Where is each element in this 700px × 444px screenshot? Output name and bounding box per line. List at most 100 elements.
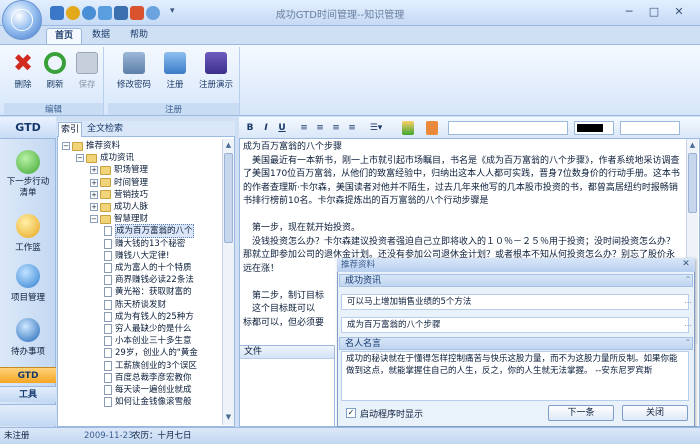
nav-todo[interactable]: 待办事项	[0, 318, 56, 357]
refresh-button[interactable]: 刷新	[40, 52, 70, 94]
show-on-start-checkbox[interactable]: ✓	[346, 408, 356, 418]
collapse-icon[interactable]: −	[62, 142, 70, 150]
nav-project-management[interactable]: 项目管理	[0, 264, 56, 303]
tree-scroll-thumb[interactable]	[224, 153, 233, 243]
quote-text: 成功的秘诀就在于懂得怎样控制痛苦与快乐这股力量，而不为这股力量所反制。如果你能做…	[341, 351, 689, 401]
close-button[interactable]: 关闭	[622, 405, 688, 421]
tree-scrollbar[interactable]: ▲ ▼	[222, 139, 234, 425]
collapse-icon[interactable]: ⌃	[682, 339, 694, 348]
nav-next-action-list[interactable]: 下一步行动清单	[0, 150, 56, 199]
tree-doc-item[interactable]: 每天读一遍创业就成	[104, 384, 192, 396]
tree-folder-item[interactable]: + 成功人脉	[90, 201, 148, 213]
scroll-up-icon[interactable]: ▲	[224, 141, 233, 151]
register-button[interactable]: 注册	[160, 52, 190, 94]
tree-item-label: 陈天桥谈发财	[115, 299, 167, 310]
scroll-up-icon[interactable]: ▲	[688, 141, 697, 151]
font-size-select[interactable]	[620, 121, 680, 135]
tree-doc-item[interactable]: 穷人最缺少的是什么	[104, 323, 192, 335]
align-center-button[interactable]: ≡	[314, 121, 326, 135]
italic-button[interactable]: I	[260, 121, 272, 135]
popup-close-icon[interactable]: ✕	[680, 259, 692, 271]
recommended-item[interactable]: 成为百万富翁的八个步骤	[341, 317, 689, 333]
quick-access-folder-icon[interactable]	[130, 6, 144, 20]
bold-button[interactable]: B	[244, 121, 256, 135]
nav-tab-tools[interactable]: 工具	[0, 386, 56, 402]
underline-button[interactable]: U	[276, 121, 288, 135]
maximize-button[interactable]: □	[645, 4, 663, 20]
insert-image-icon[interactable]	[402, 121, 414, 135]
tab-fulltext-search[interactable]: 全文检索	[83, 122, 127, 137]
tree-item-label: 百度总裁李彦宏教你	[115, 372, 192, 383]
align-right-button[interactable]: ≡	[330, 121, 342, 135]
collapse-icon[interactable]: ⌃	[682, 276, 694, 285]
group-label: 编辑	[4, 103, 103, 115]
tree-doc-item[interactable]: 陈天桥谈发财	[104, 299, 166, 311]
tree-doc-item[interactable]: 赚钱八大定律!	[104, 250, 169, 262]
expand-icon[interactable]: +	[90, 166, 98, 175]
align-left-button[interactable]: ≡	[298, 121, 310, 135]
expand-icon[interactable]: +	[90, 190, 98, 199]
quick-access-home-icon[interactable]	[50, 6, 64, 20]
document-icon	[104, 311, 112, 322]
tree-doc-item[interactable]: 商界赚钱必读22条法	[104, 274, 194, 286]
collapse-icon[interactable]: −	[76, 154, 84, 163]
tree-doc-item[interactable]: 小本创业三十多生意	[104, 335, 192, 347]
tree-doc-item[interactable]: 百度总裁李彦宏教你	[104, 372, 192, 384]
tree-doc-item[interactable]: 赚大钱的13个秘密	[104, 238, 185, 250]
green-circle-icon	[16, 150, 40, 174]
align-justify-button[interactable]: ≡	[346, 121, 358, 135]
quick-access-dropdown-icon[interactable]: ▾	[170, 6, 175, 16]
tree-folder-item[interactable]: + 时间管理	[90, 177, 148, 189]
document-icon	[104, 299, 112, 310]
register-demo-button[interactable]: 注册演示	[194, 52, 238, 94]
scroll-down-icon[interactable]: ▼	[224, 413, 233, 423]
font-family-select[interactable]	[448, 121, 568, 135]
app-menu-orb-icon[interactable]	[2, 0, 42, 40]
change-password-button[interactable]: 修改密码	[112, 52, 156, 94]
tree-doc-item[interactable]: 黄光裕：获取财富的	[104, 286, 192, 298]
folder-icon	[100, 165, 111, 175]
tab-home[interactable]: 首页	[46, 28, 82, 44]
font-color-select[interactable]	[574, 121, 614, 135]
quick-access-cloud-icon[interactable]	[146, 6, 160, 20]
quick-access-check-icon[interactable]	[82, 6, 96, 20]
document-icon	[104, 324, 112, 334]
nav-tab-gtd[interactable]: GTD	[0, 367, 56, 383]
tree-folder-item[interactable]: + 营销技巧	[90, 189, 148, 201]
tree-folder-item[interactable]: − 成功资讯	[76, 152, 134, 164]
collapse-icon[interactable]: −	[90, 215, 98, 224]
tab-data[interactable]: 数据	[86, 28, 116, 44]
quick-access-list-icon[interactable]	[98, 6, 112, 20]
quick-access-tag-icon[interactable]	[114, 6, 128, 20]
tree-folder-item[interactable]: − 智慧理财	[90, 213, 148, 225]
insert-table-icon[interactable]	[426, 121, 438, 135]
tree-folder-item[interactable]: + 职场管理	[90, 164, 148, 176]
tree-doc-item[interactable]: 成为富人的十个特质	[104, 262, 192, 274]
delete-button[interactable]: ✖ 删除	[8, 51, 38, 94]
tree-folder-item[interactable]: − 推荐资料	[62, 140, 120, 152]
more-icon[interactable]: …	[682, 320, 694, 329]
tab-help[interactable]: 帮助	[124, 28, 154, 44]
minimize-button[interactable]: ─	[620, 4, 638, 20]
tree-doc-item[interactable]: 工薪族创业的3个误区	[104, 360, 197, 372]
quick-access-clock-icon[interactable]	[66, 6, 80, 20]
recommended-item[interactable]: 可以马上增加销售业绩的5个方法	[341, 294, 689, 310]
expand-icon[interactable]: +	[90, 203, 98, 211]
nav-inbox[interactable]: 工作篮	[0, 214, 56, 253]
tree-item-label: 推荐资料	[86, 141, 121, 151]
close-window-button[interactable]: ✕	[670, 4, 688, 20]
tree-doc-item[interactable]: 成为有钱人的25种方	[104, 311, 194, 323]
list-dropdown-icon[interactable]: ☰▾	[366, 121, 386, 135]
tab-index[interactable]: 索引	[58, 122, 82, 137]
save-button[interactable]: 保存	[72, 52, 102, 94]
tree-item-label: 29岁，创业人的"黄金	[115, 348, 198, 359]
editor-scroll-thumb[interactable]	[688, 153, 697, 213]
tree-doc-item[interactable]: 如何让金钱像滚雪般	[104, 396, 192, 408]
tree-item-label: 如何让金钱像滚雪般	[115, 397, 192, 408]
tree-doc-item[interactable]: 29岁，创业人的"黄金	[104, 347, 198, 359]
expand-icon[interactable]: +	[90, 178, 98, 187]
more-icon[interactable]: …	[682, 297, 694, 306]
tree-doc-item[interactable]: 成为百万富翁的八个	[104, 224, 194, 239]
tree-item-label: 成功人脉	[114, 202, 149, 212]
next-button[interactable]: 下一条	[548, 405, 614, 421]
